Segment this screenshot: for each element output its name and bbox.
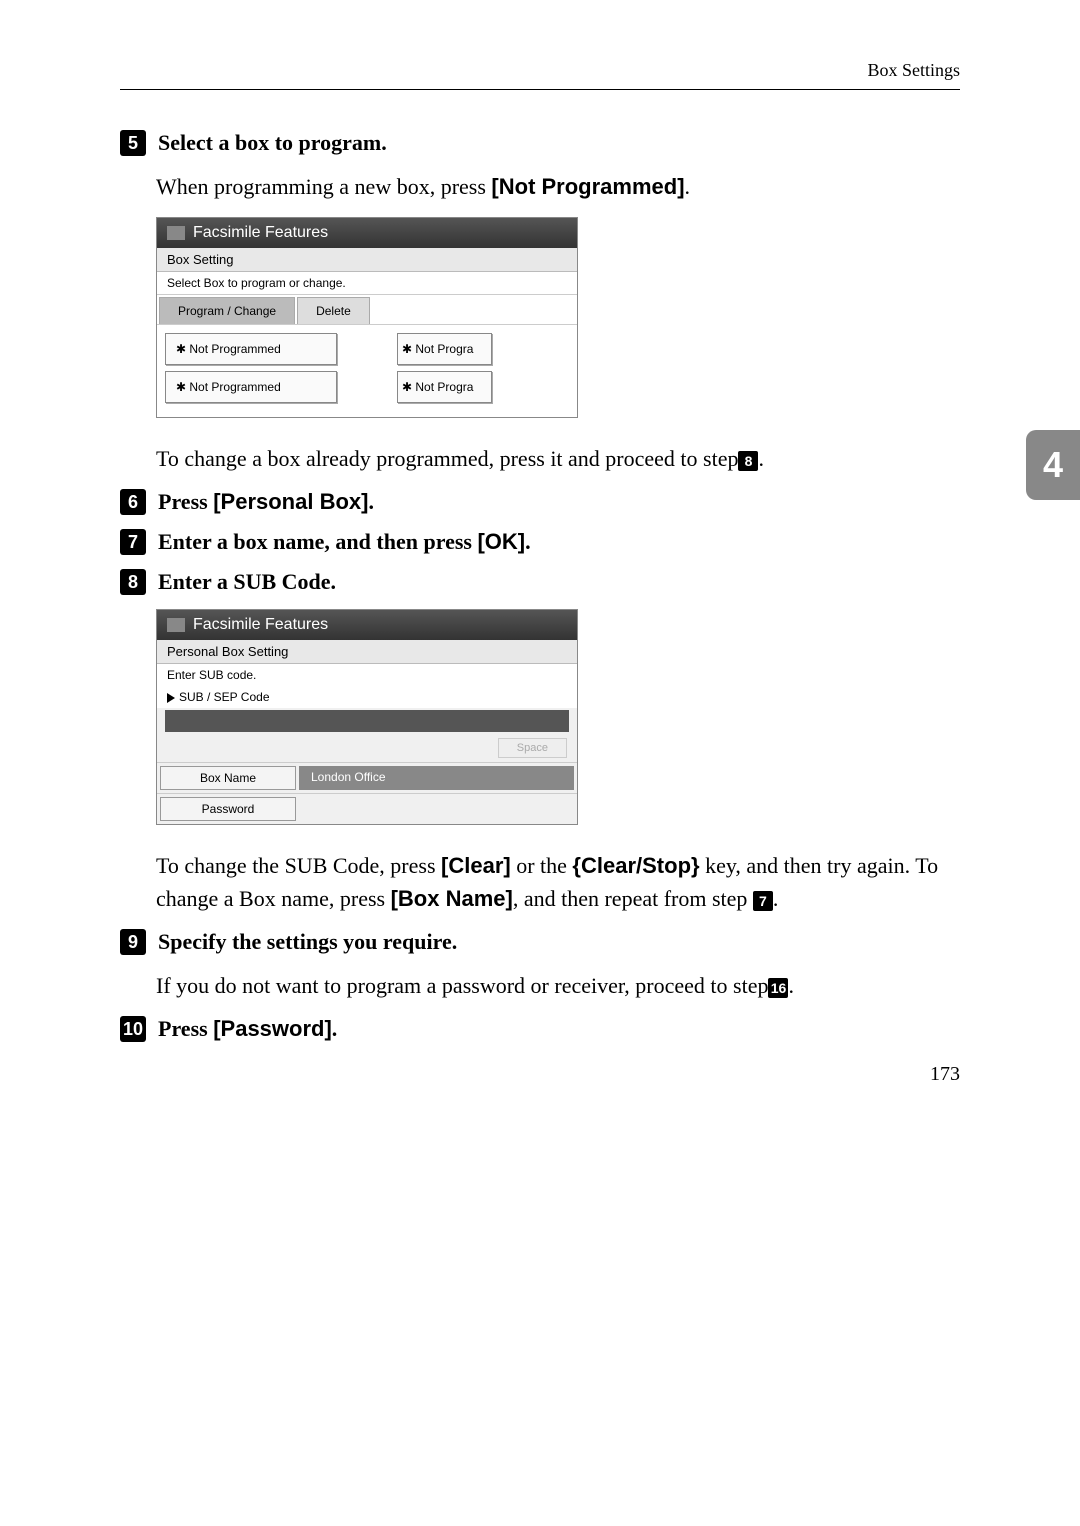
step-number-icon: 5 — [120, 130, 146, 156]
chapter-tab: 4 — [1026, 430, 1080, 500]
fax-icon — [167, 618, 185, 632]
step-number-icon: 7 — [120, 529, 146, 555]
step-title: Specify the settings you require. — [158, 929, 457, 954]
step-number-icon: 8 — [120, 569, 146, 595]
step-title: Enter a SUB Code. — [158, 569, 336, 594]
step-8: 8 Enter a SUB Code. — [120, 569, 960, 595]
tab-program-change[interactable]: Program / Change — [159, 297, 295, 324]
clear-label: [Clear] — [441, 853, 511, 878]
step-ref-icon: 8 — [738, 451, 758, 471]
ss-body: ✱ Not Programmed ✱ Not Progra ✱ Not Prog… — [157, 325, 577, 417]
step-title: Press [Password]. — [158, 1016, 337, 1041]
ss-title-text: Facsimile Features — [193, 616, 328, 633]
ok-label: [OK] — [477, 529, 525, 554]
not-programmed-label: [Not Programmed] — [491, 174, 684, 199]
ss-subtitle: Personal Box Setting — [157, 640, 577, 664]
text: , and then repeat from step — [513, 886, 753, 911]
ss-field-label: SUB / SEP Code — [157, 686, 577, 708]
step-number-icon: 6 — [120, 489, 146, 515]
text: . — [773, 886, 779, 911]
header-rule — [120, 89, 960, 90]
text: To change a box already programmed, pres… — [156, 446, 738, 471]
step-ref-icon: 7 — [753, 891, 773, 911]
text: Press — [158, 1016, 213, 1041]
password-value — [302, 797, 574, 821]
ss-title-bar: Facsimile Features — [157, 218, 577, 248]
screenshot-box-setting: Facsimile Features Box Setting Select Bo… — [156, 217, 578, 418]
arrow-right-icon — [167, 693, 175, 703]
text: Press — [158, 489, 213, 514]
text: If you do not want to program a password… — [156, 973, 768, 998]
not-programmed-button-partial[interactable]: ✱ Not Progra — [397, 333, 492, 365]
page-number: 173 — [930, 1063, 960, 1086]
password-row: Password — [157, 793, 577, 824]
text: . — [788, 973, 794, 998]
step-5-body: When programming a new box, press [Not P… — [156, 170, 960, 203]
step-5-after: To change a box already programmed, pres… — [156, 442, 960, 475]
step-number-icon: 10 — [120, 1016, 146, 1042]
text: . — [685, 174, 691, 199]
step-title: Enter a box name, and then press [OK]. — [158, 529, 531, 554]
box-name-label: [Box Name] — [391, 886, 513, 911]
text: Enter a box name, and then press — [158, 529, 477, 554]
fax-icon — [167, 226, 185, 240]
step-ref-icon: 16 — [768, 978, 788, 998]
step-7: 7 Enter a box name, and then press [OK]. — [120, 529, 960, 555]
password-button[interactable]: Password — [160, 797, 296, 821]
step-title: Press [Personal Box]. — [158, 489, 374, 514]
ss-hint: Select Box to program or change. — [157, 272, 577, 295]
not-programmed-button-partial[interactable]: ✱ Not Progra — [397, 371, 492, 403]
text: . — [332, 1016, 338, 1041]
text: . — [368, 489, 374, 514]
password-label: [Password] — [213, 1016, 332, 1041]
text: or the — [511, 853, 573, 878]
step-5: 5 Select a box to program. — [120, 130, 960, 156]
ss-tabs: Program / Change Delete — [157, 295, 577, 325]
step-10: 10 Press [Password]. — [120, 1016, 960, 1042]
text: . — [525, 529, 531, 554]
text: . — [758, 446, 764, 471]
ss-subtitle: Box Setting — [157, 248, 577, 272]
sub-code-input[interactable] — [165, 710, 569, 732]
text: To change the SUB Code, press — [156, 853, 441, 878]
screenshot-personal-box: Facsimile Features Personal Box Setting … — [156, 609, 578, 825]
ss-hint: Enter SUB code. — [157, 664, 577, 686]
text: When programming a new box, press — [156, 174, 491, 199]
ss-title-text: Facsimile Features — [193, 224, 328, 241]
space-button[interactable]: Space — [498, 738, 567, 758]
box-name-value: London Office — [299, 766, 574, 790]
not-programmed-button[interactable]: ✱ Not Programmed — [165, 371, 337, 403]
clear-stop-key: {Clear/Stop} — [572, 853, 699, 878]
box-name-button[interactable]: Box Name — [160, 766, 296, 790]
ss-title-bar: Facsimile Features — [157, 610, 577, 640]
step-9: 9 Specify the settings you require. — [120, 929, 960, 955]
header-section: Box Settings — [120, 60, 960, 81]
personal-box-label: [Personal Box] — [213, 489, 368, 514]
step-number-icon: 9 — [120, 929, 146, 955]
text: SUB / SEP Code — [179, 690, 270, 704]
step-9-body: If you do not want to program a password… — [156, 969, 960, 1002]
not-programmed-button[interactable]: ✱ Not Programmed — [165, 333, 337, 365]
step-title: Select a box to program. — [158, 130, 387, 155]
step-6: 6 Press [Personal Box]. — [120, 489, 960, 515]
box-name-row: Box Name London Office — [157, 762, 577, 793]
step-8-after: To change the SUB Code, press [Clear] or… — [156, 849, 960, 915]
tab-delete[interactable]: Delete — [297, 297, 370, 324]
